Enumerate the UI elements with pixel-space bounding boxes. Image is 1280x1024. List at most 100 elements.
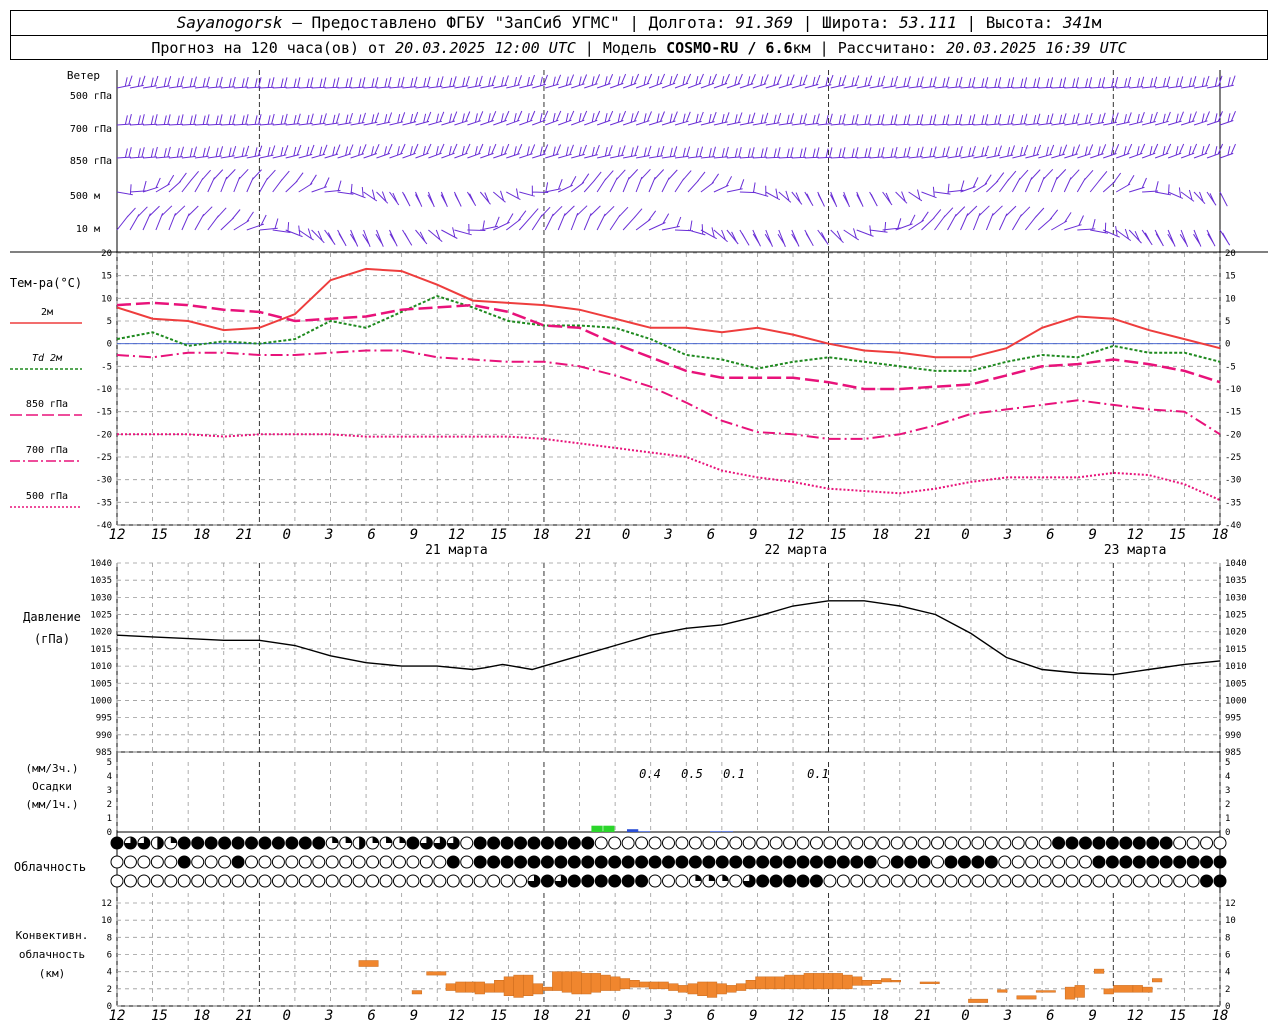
convective-cloud-layer — [687, 983, 698, 995]
convective-cloud-layer — [774, 976, 785, 990]
cloud-symbol — [688, 855, 702, 869]
cloud-symbol — [608, 836, 622, 850]
hour-label-upper: 6 — [367, 527, 375, 543]
cloud-symbol — [406, 874, 420, 888]
cloud-symbol — [312, 836, 326, 850]
temp-tick-right: -15 — [1225, 408, 1241, 418]
cloud-symbol — [231, 874, 245, 888]
convective-cloud-layer — [532, 983, 543, 995]
cloud-symbol — [245, 836, 259, 850]
cloud-symbol — [877, 874, 891, 888]
cloud-symbol — [1186, 855, 1200, 869]
pressure-title: Давление — [23, 610, 81, 624]
conv-title-1: Конвективн. — [16, 929, 89, 942]
cloud-symbol — [150, 855, 164, 869]
convective-cloud-layer — [735, 983, 747, 991]
cloud-symbol — [540, 874, 554, 888]
cloud-symbol — [285, 836, 299, 850]
temp-tick-left: -25 — [96, 453, 112, 463]
hour-label-lower: 3 — [324, 1008, 333, 1024]
cloud-symbol — [823, 855, 837, 869]
hour-label-upper: 3 — [324, 527, 333, 543]
conv-tick-right: 12 — [1225, 899, 1236, 909]
precip-tick-left: 3 — [107, 786, 112, 796]
cloud-symbol — [1092, 836, 1106, 850]
cloud-symbol — [648, 855, 662, 869]
hour-label-upper: 12 — [109, 527, 126, 543]
hour-label-lower: 21 — [915, 1008, 932, 1024]
cloud-symbol — [984, 836, 998, 850]
pressure-tick-right: 990 — [1225, 731, 1241, 741]
hour-label-upper: 15 — [151, 527, 168, 543]
cloud-symbol — [231, 836, 245, 850]
cloud-symbol — [258, 836, 272, 850]
cloud-symbol — [191, 855, 205, 869]
convective-cloud-layer — [581, 973, 592, 995]
convective-cloud-layer — [716, 983, 727, 995]
cloud-symbol — [527, 836, 541, 850]
pressure-tick-left: 1005 — [90, 679, 112, 689]
conv-tick-left: 10 — [101, 916, 112, 926]
cloud-symbol — [608, 855, 622, 869]
cloud-symbol — [514, 836, 528, 850]
cloud-symbol — [1119, 874, 1133, 888]
pressure-series — [116, 600, 1221, 676]
cloud-symbol — [298, 855, 312, 869]
temp-tick-left: -5 — [101, 362, 112, 372]
precip-tick-left: 1 — [107, 814, 112, 824]
cloud-symbol — [1132, 836, 1146, 850]
temp-tick-right: 15 — [1225, 272, 1236, 282]
cloud-symbol — [729, 836, 743, 850]
cloud-symbol — [581, 836, 595, 850]
convective-cloud-layer — [765, 976, 776, 990]
pressure-tick-left: 985 — [96, 748, 112, 758]
cloud-symbol — [1173, 855, 1187, 869]
cloud-symbol — [917, 836, 931, 850]
cloud-symbol — [1213, 874, 1227, 888]
pressure-tick-left: 1035 — [90, 576, 112, 586]
hour-label-lower: 6 — [1046, 1008, 1054, 1024]
cloud-symbol — [890, 874, 904, 888]
cloud-symbol — [298, 874, 312, 888]
precip-tick-right: 0 — [1225, 828, 1230, 838]
wind-level-4: 500 м — [70, 191, 100, 202]
cloud-symbol — [460, 855, 474, 869]
cloud-symbol — [406, 836, 420, 850]
cloud-symbol — [392, 855, 406, 869]
cloud-symbol — [850, 855, 864, 869]
cloud-symbol — [1105, 855, 1119, 869]
cloud-symbol — [635, 855, 649, 869]
cloud-symbol — [729, 855, 743, 869]
convective-cloud-layer — [968, 998, 989, 1003]
conv-tick-right: 8 — [1225, 933, 1230, 943]
cloud-symbol — [1025, 836, 1039, 850]
cloud-symbol — [742, 836, 756, 850]
cloud-symbol — [419, 855, 433, 869]
cloud-symbol — [957, 836, 971, 850]
cloud-symbol — [863, 836, 877, 850]
cloud-symbol — [702, 855, 716, 869]
precip-tick-left: 4 — [107, 772, 112, 782]
cloud-symbol — [1038, 836, 1052, 850]
convective-cloud-layer — [706, 981, 718, 998]
hour-label-lower: 15 — [830, 1008, 847, 1024]
conv-tick-right: 10 — [1225, 916, 1236, 926]
hour-label-lower: 0 — [282, 1008, 290, 1024]
pressure-tick-left: 1040 — [90, 559, 112, 569]
convective-cloud-layer — [1074, 985, 1085, 998]
cloud-symbol — [325, 874, 339, 888]
cloud-symbol — [877, 836, 891, 850]
hour-label-upper: 0 — [282, 527, 290, 543]
cloud-symbol — [554, 836, 568, 850]
cloud-symbol — [204, 836, 218, 850]
cloud-symbol — [756, 855, 770, 869]
cloud-symbol — [1213, 855, 1227, 869]
cloud-symbol — [258, 874, 272, 888]
conv-tick-left: 6 — [107, 951, 112, 961]
temp-series-2 — [116, 301, 1221, 391]
convective-cloud-layer — [755, 976, 766, 990]
hour-label-upper: 18 — [1212, 527, 1229, 543]
cloud-symbol — [931, 855, 945, 869]
convective-cloud-layer — [494, 980, 505, 993]
pressure-tick-right: 985 — [1225, 748, 1241, 758]
